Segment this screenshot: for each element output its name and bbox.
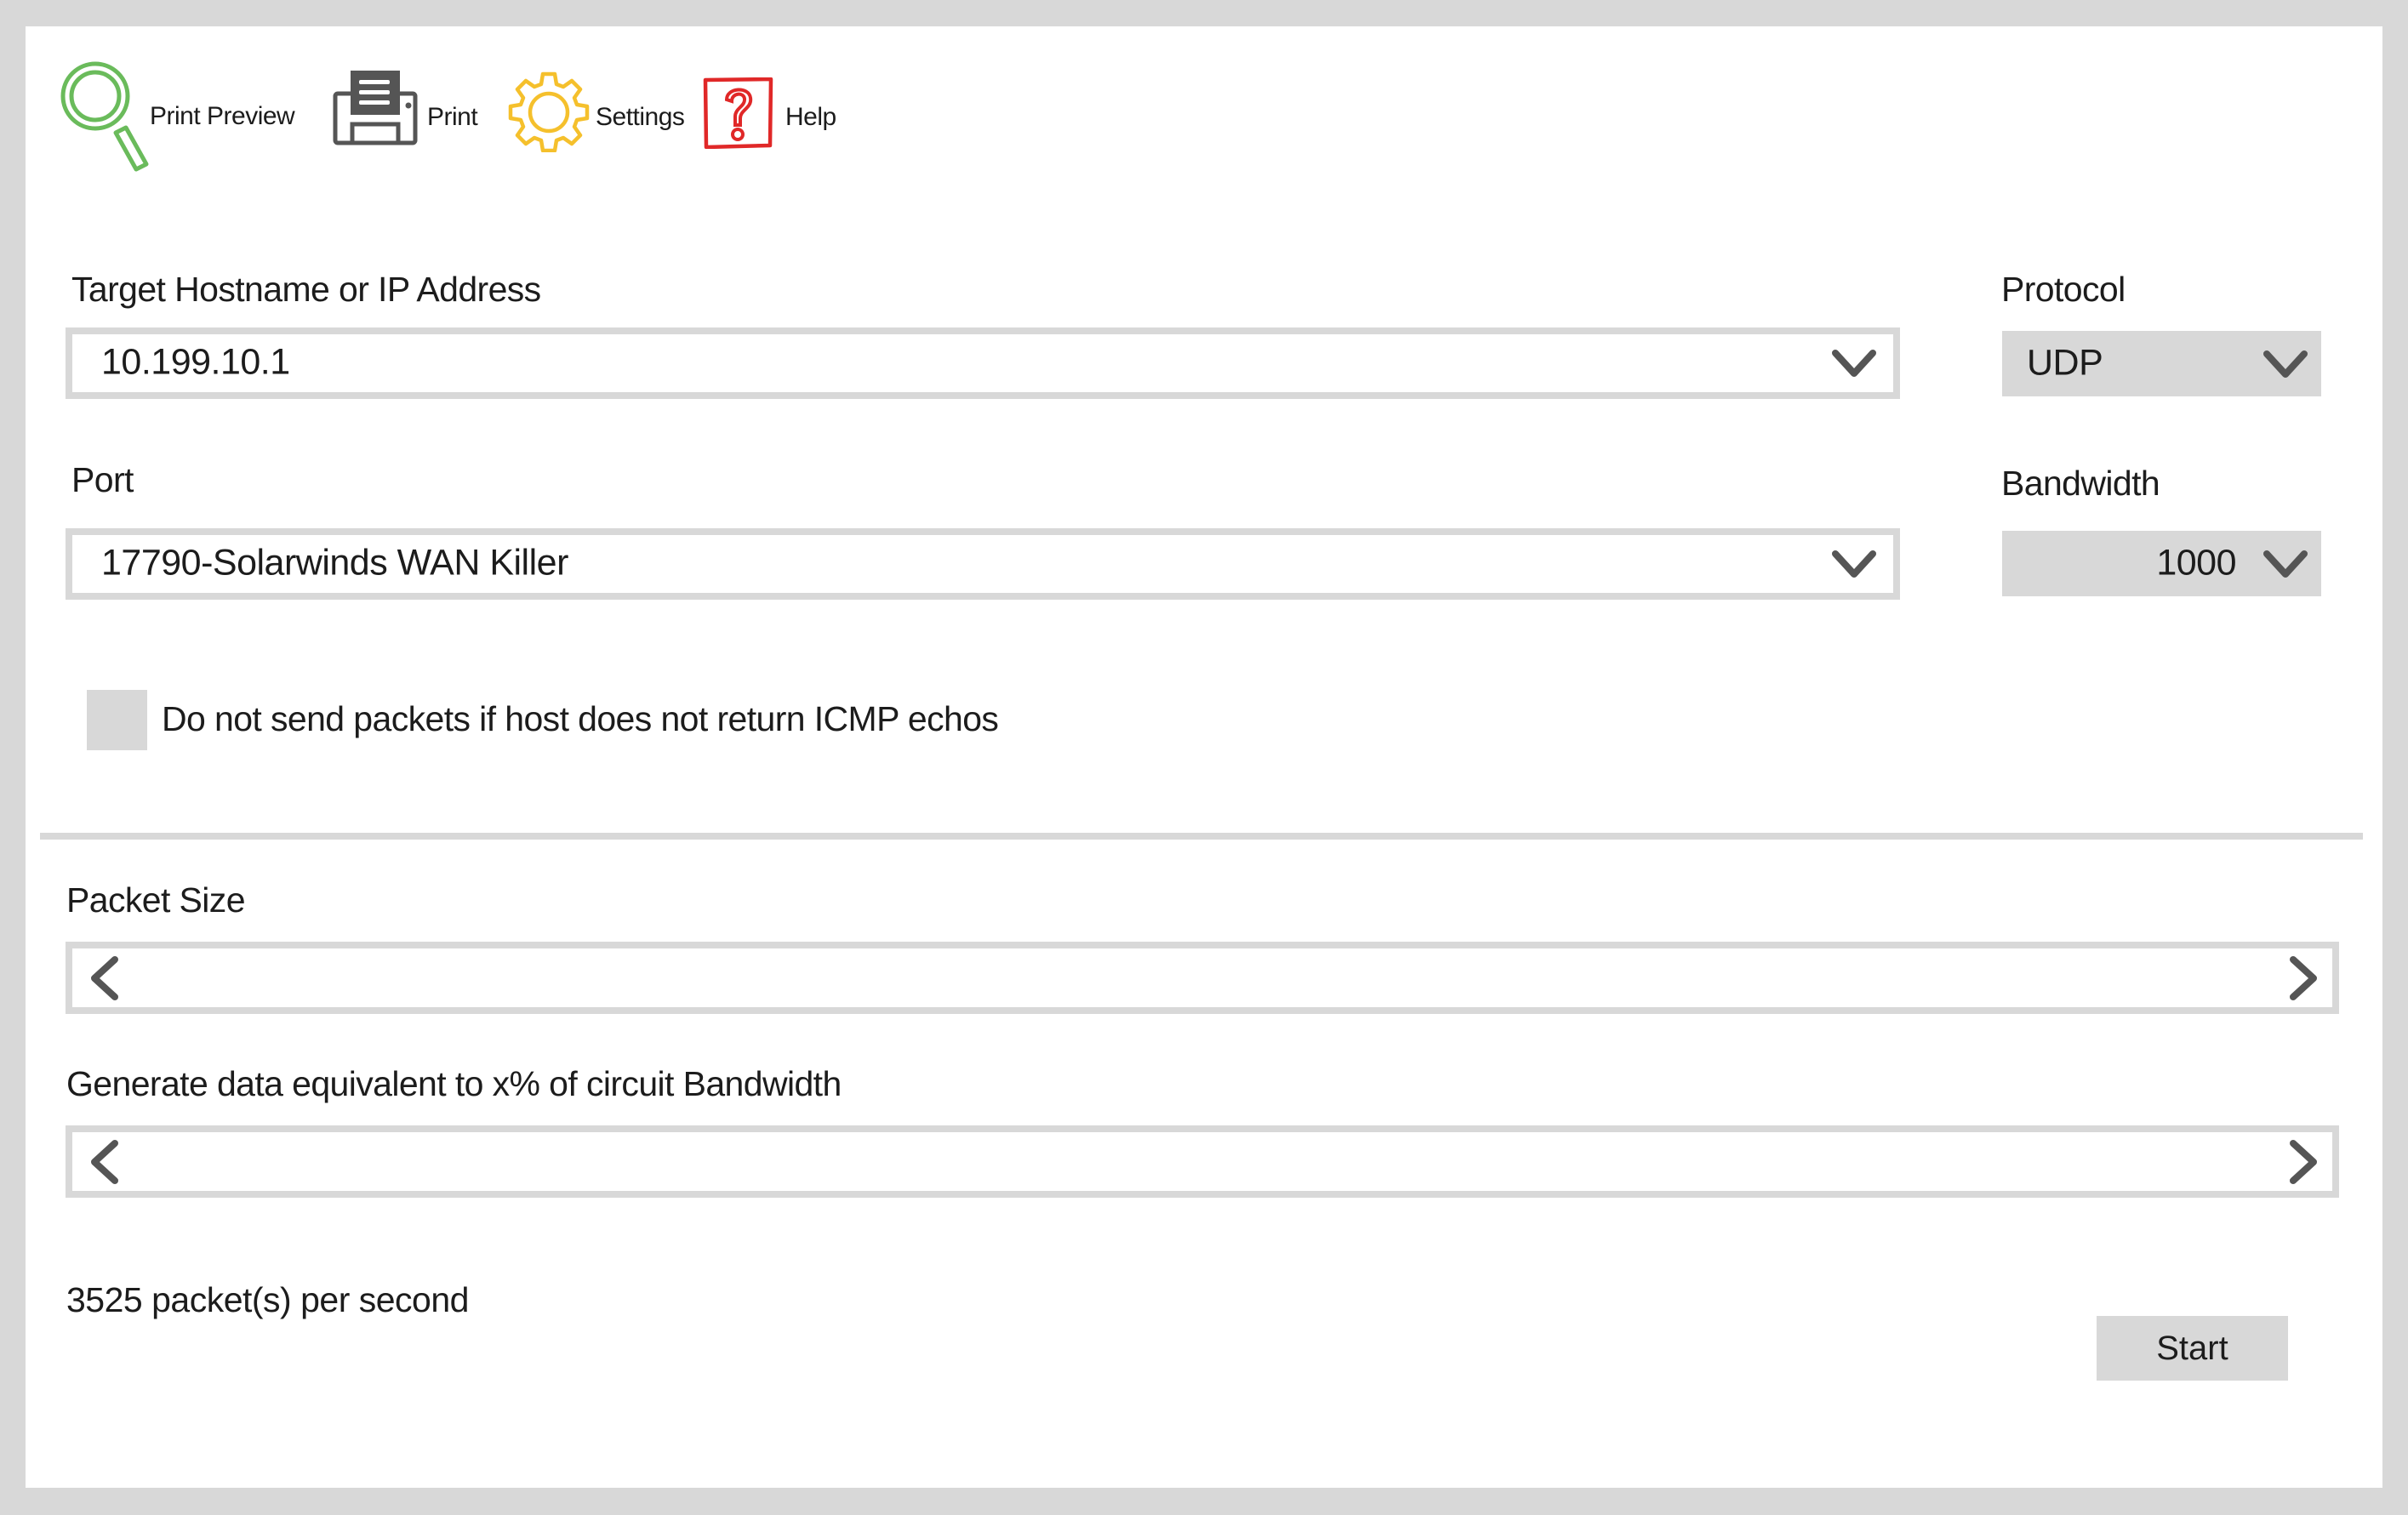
port-label: Port (71, 460, 134, 499)
protocol-label: Protocol (2001, 270, 2126, 309)
section-divider (40, 833, 2363, 840)
protocol-select[interactable]: UDP (2002, 331, 2321, 396)
circuit-percent-label: Generate data equivalent to x% of circui… (66, 1064, 842, 1103)
print-label: Print (427, 103, 478, 131)
print-button[interactable]: Print (332, 68, 485, 149)
help-icon (703, 77, 773, 149)
chevron-left-icon[interactable] (88, 1138, 122, 1186)
help-label: Help (785, 103, 836, 131)
gear-icon (508, 71, 590, 152)
chevron-down-icon[interactable] (1830, 348, 1878, 379)
print-preview-label: Print Preview (150, 102, 295, 130)
packets-per-second-status: 3525 packet(s) per second (66, 1280, 469, 1319)
help-button[interactable]: Help (703, 77, 856, 149)
packet-size-slider[interactable] (66, 942, 2339, 1014)
chevron-down-icon (2263, 350, 2308, 378)
magnifier-icon (60, 61, 149, 172)
protocol-value: UDP (2027, 342, 2103, 384)
icmp-checkbox[interactable] (87, 690, 147, 750)
print-preview-button[interactable]: Print Preview (58, 60, 305, 174)
port-value: 17790-Solarwinds WAN Killer (101, 542, 568, 584)
circuit-percent-slider[interactable] (66, 1125, 2339, 1198)
packet-size-label: Packet Size (66, 880, 246, 920)
bandwidth-label: Bandwidth (2001, 464, 2160, 503)
chevron-right-icon[interactable] (2286, 954, 2320, 1002)
bandwidth-value: 1000 (2156, 542, 2236, 584)
chevron-down-icon[interactable] (1830, 549, 1878, 579)
settings-button[interactable]: Settings (507, 71, 694, 152)
settings-label: Settings (596, 103, 685, 131)
icmp-checkbox-label[interactable]: Do not send packets if host does not ret… (162, 700, 999, 738)
main-panel (26, 26, 2382, 1488)
target-value: 10.199.10.1 (101, 341, 290, 383)
printer-icon (333, 71, 418, 145)
start-button[interactable]: Start (2097, 1316, 2288, 1381)
target-input[interactable]: 10.199.10.1 (66, 327, 1900, 399)
chevron-right-icon[interactable] (2286, 1138, 2320, 1186)
target-label: Target Hostname or IP Address (71, 270, 541, 309)
port-input[interactable]: 17790-Solarwinds WAN Killer (66, 528, 1900, 600)
chevron-left-icon[interactable] (88, 954, 122, 1002)
bandwidth-select[interactable]: 1000 (2002, 531, 2321, 596)
chevron-down-icon (2263, 550, 2308, 578)
